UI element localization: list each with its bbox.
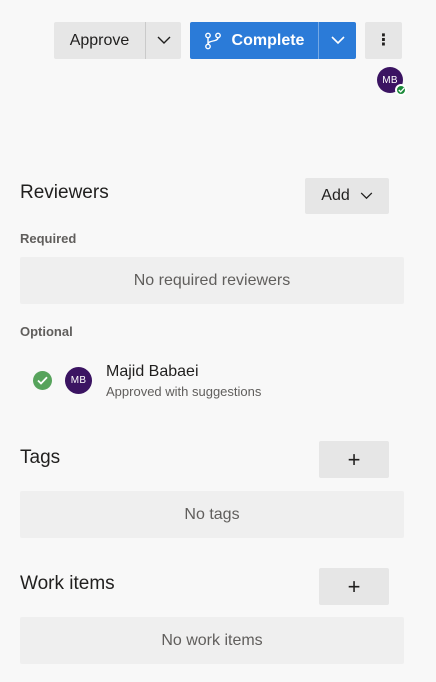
reviewer-avatar: MB (65, 367, 92, 394)
more-actions-button[interactable]: ⋮ (365, 22, 402, 59)
required-label: Required (20, 231, 77, 246)
plus-icon: + (347, 446, 361, 472)
reviewer-row[interactable]: MB Majid Babaei Approved with suggestion… (20, 358, 404, 404)
avatar-initials: MB (70, 375, 87, 386)
chevron-down-icon (157, 36, 170, 44)
branch-icon (204, 32, 221, 49)
avatar-initials: MB (382, 74, 398, 86)
add-tag-button[interactable]: + (319, 441, 389, 478)
tags-empty: No tags (20, 491, 404, 538)
chevron-down-icon (330, 36, 345, 45)
complete-label: Complete (231, 31, 305, 49)
chevron-down-icon (360, 192, 373, 200)
approve-button[interactable]: Approve (54, 22, 145, 59)
optional-label: Optional (20, 324, 73, 339)
approved-status-icon (33, 371, 52, 390)
work-items-title: Work items (20, 573, 115, 594)
plus-icon: + (347, 573, 361, 599)
approved-badge (395, 84, 407, 96)
required-reviewers-empty: No required reviewers (20, 257, 404, 304)
more-icon: ⋮ (375, 31, 392, 49)
approve-split-button: Approve (54, 22, 181, 59)
add-reviewer-button[interactable]: Add (305, 178, 389, 214)
approve-options-button[interactable] (146, 22, 181, 59)
reviewer-name: Majid Babaei (106, 363, 199, 380)
check-icon (37, 376, 48, 385)
action-toolbar: Approve Complete (54, 22, 356, 59)
reviewers-title: Reviewers (20, 182, 109, 203)
complete-options-button[interactable] (319, 22, 356, 59)
tags-title: Tags (20, 447, 61, 468)
complete-button[interactable]: Complete (190, 22, 318, 59)
complete-split-button: Complete (190, 22, 356, 59)
add-work-item-button[interactable]: + (319, 568, 389, 605)
work-items-empty: No work items (20, 617, 404, 664)
reviewer-status: Approved with suggestions (106, 384, 262, 399)
current-user-avatar[interactable]: MB (377, 67, 407, 96)
add-reviewer-label: Add (321, 187, 350, 204)
pr-side-panel: Approve Complete ⋮ MB Reviewers Add Requ… (0, 0, 436, 682)
check-icon (397, 87, 405, 93)
